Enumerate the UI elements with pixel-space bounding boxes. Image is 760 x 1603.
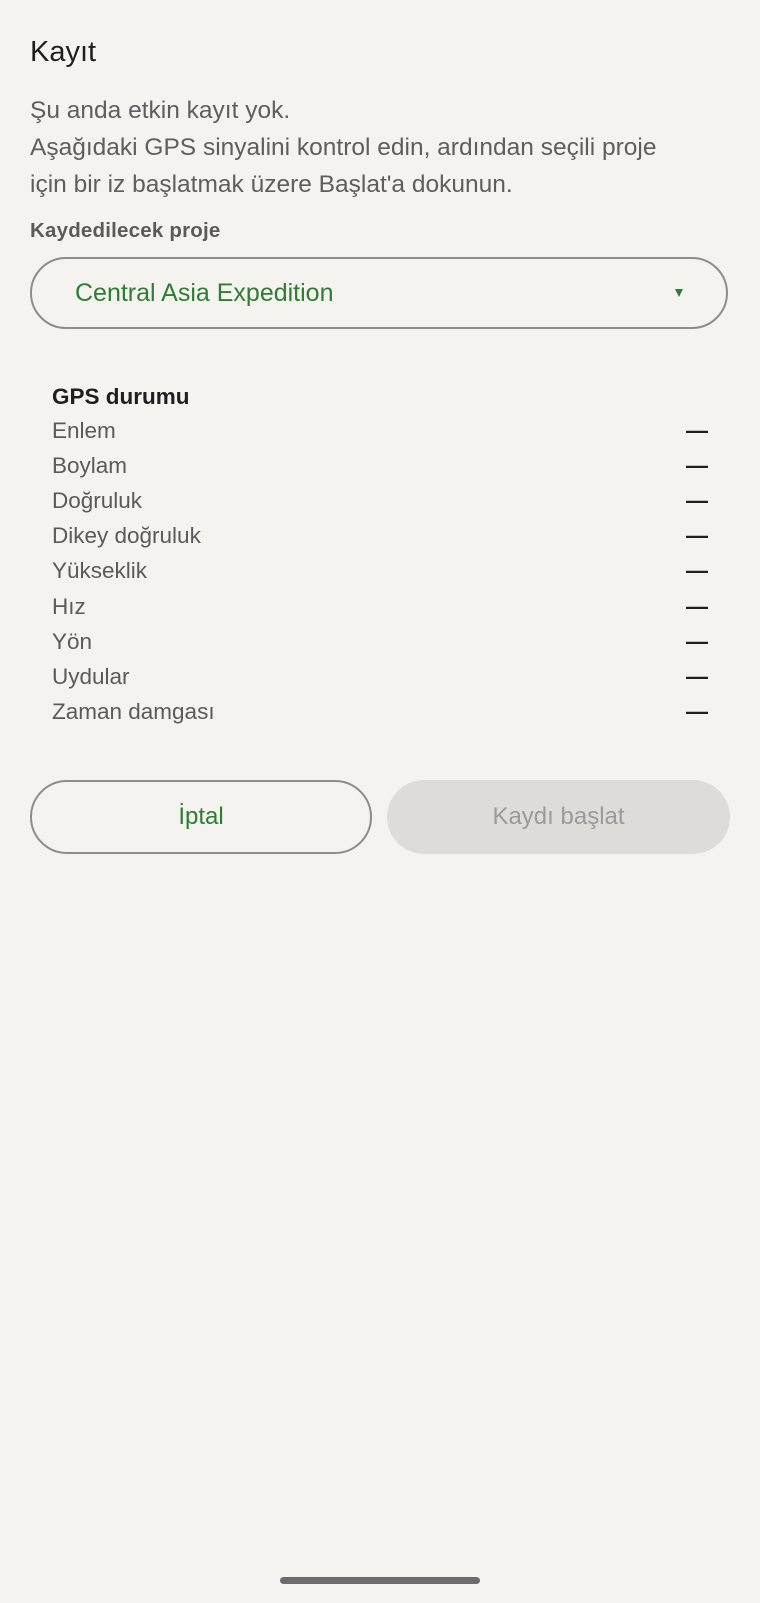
gps-status-panel: GPS durumu Enlem — Boylam — Doğruluk — D… [52, 381, 708, 730]
recording-screen: Kayıt Şu anda etkin kayıt yok. Aşağıdaki… [0, 0, 760, 1603]
project-dropdown-value: Central Asia Expedition [75, 278, 334, 307]
gps-row-label: Zaman damgası [52, 699, 215, 725]
gps-row-longitude: Boylam — [52, 448, 708, 483]
gps-row-value: — [686, 593, 708, 619]
gps-row-heading: Yön — [52, 624, 708, 659]
gps-row-label: Enlem [52, 417, 116, 443]
project-dropdown[interactable]: Central Asia Expedition [30, 257, 728, 329]
gps-row-label: Yükseklik [52, 558, 148, 584]
description-line: Aşağıdaki GPS sinyalini kontrol edin, ar… [30, 134, 657, 161]
status-description: Şu anda etkin kayıt yok. Aşağıdaki GPS s… [30, 92, 730, 203]
gps-row-value: — [686, 523, 708, 549]
gps-row-label: Yön [52, 628, 93, 654]
gps-row-value: — [686, 417, 708, 443]
gps-row-value: — [686, 699, 708, 725]
gps-row-label: Boylam [52, 452, 128, 478]
gps-row-value: — [686, 487, 708, 513]
gps-row-accuracy: Doğruluk — [52, 483, 708, 518]
project-select-label: Kaydedilecek proje [30, 219, 221, 242]
gps-row-timestamp: Zaman damgası — [52, 695, 708, 730]
gps-row-value: — [686, 558, 708, 584]
gps-row-latitude: Enlem — [52, 413, 708, 448]
cancel-button[interactable]: İptal [30, 780, 372, 854]
gps-row-value: — [686, 663, 708, 689]
gps-row-satellites: Uydular — [52, 659, 708, 694]
description-line: Şu anda etkin kayıt yok. [30, 97, 291, 124]
gps-row-value: — [686, 452, 708, 478]
gps-row-label: Dikey doğruluk [52, 523, 201, 549]
gps-row-vertical-accuracy: Dikey doğruluk — [52, 519, 708, 554]
gps-row-label: Doğruluk [52, 487, 143, 513]
start-recording-button[interactable]: Kaydı başlat [387, 780, 730, 854]
caret-down-icon [675, 289, 683, 297]
description-line: için bir iz başlatmak üzere Başlat'a dok… [30, 171, 513, 198]
page-title: Kayıt [30, 36, 97, 68]
gps-status-title: GPS durumu [52, 384, 190, 409]
gps-row-value: — [686, 628, 708, 654]
home-indicator[interactable] [280, 1577, 480, 1584]
gps-row-altitude: Yükseklik — [52, 554, 708, 589]
gps-row-label: Hız [52, 593, 86, 619]
gps-row-label: Uydular [52, 663, 130, 689]
gps-row-speed: Hız — [52, 589, 708, 624]
